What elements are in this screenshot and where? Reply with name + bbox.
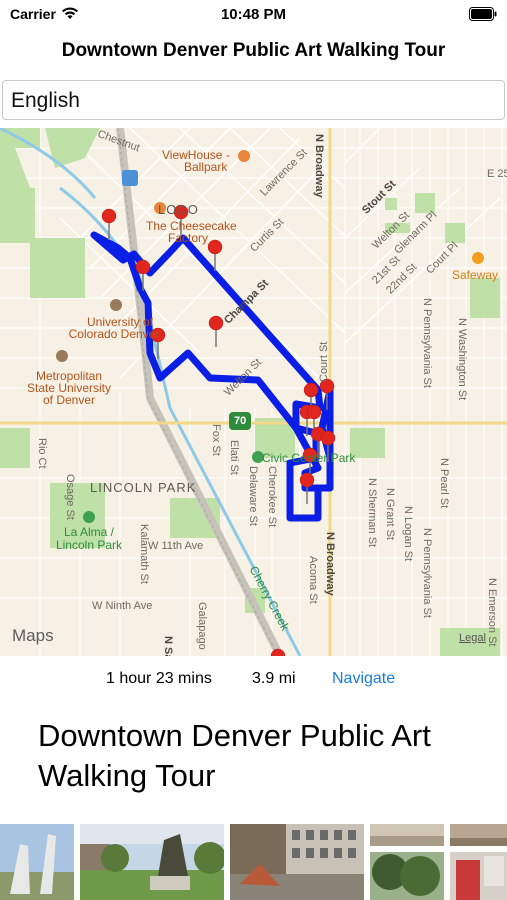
interstate-label: 70 xyxy=(234,415,247,427)
map-label: Safeway xyxy=(452,268,499,282)
photo-thumbnail[interactable] xyxy=(450,824,507,846)
status-time: 10:48 PM xyxy=(220,6,287,23)
map-label: LINCOLN PARK xyxy=(90,480,197,495)
map-label: N Broadway xyxy=(313,134,325,198)
maps-logo-text: Maps xyxy=(12,626,54,645)
restaurant-icon xyxy=(238,150,250,162)
route-polyline xyxy=(90,231,334,522)
map-label: Rio Ct xyxy=(36,438,48,469)
map-view[interactable]: Chestnut ViewHouse - Ballpark LODO The C… xyxy=(0,128,507,656)
map-label: N Grant St xyxy=(384,488,396,540)
photo-thumbnail-image xyxy=(230,824,364,900)
language-selector[interactable]: English xyxy=(2,80,505,120)
map-label: W 11th Ave xyxy=(148,540,204,552)
legal-link[interactable]: Legal xyxy=(459,632,486,644)
route-distance: 3.9 mi xyxy=(252,670,296,687)
map-label: N Washington St xyxy=(456,318,468,401)
status-bar: Carrier 10:48 PM xyxy=(0,0,507,30)
map-label: Lincoln Park xyxy=(55,538,123,552)
nav-title: Downtown Denver Public Art Walking Tour xyxy=(61,40,446,61)
map-label: Civic Center Park xyxy=(262,451,356,465)
map-label: LODO xyxy=(158,202,199,217)
navigate-button[interactable]: Navigate xyxy=(332,670,395,688)
map-label: Fox St xyxy=(210,424,222,456)
map-label: Elati St xyxy=(228,440,240,475)
map-label: N Logan St xyxy=(402,506,414,562)
route-duration: 1 hour 23 mins xyxy=(106,670,212,687)
maps-logo: Maps xyxy=(12,626,54,646)
photo-thumbnail-image xyxy=(450,824,507,846)
map-label: N Sherman St xyxy=(366,478,378,548)
transit-icon xyxy=(122,170,138,186)
map-label: N Pearl St xyxy=(438,458,450,509)
photo-thumbnail-image xyxy=(370,852,444,900)
university-icon xyxy=(110,299,122,311)
photo-strip[interactable] xyxy=(0,824,507,900)
map-label: W Ninth Ave xyxy=(92,600,153,612)
map-label: Delaware St xyxy=(247,466,259,526)
map-label: Kalamath St xyxy=(138,524,150,584)
photo-thumbnail-image xyxy=(450,852,507,900)
map-label: Court St xyxy=(318,341,330,382)
map-label: Osage St xyxy=(64,474,76,520)
photo-thumbnail[interactable] xyxy=(450,852,507,900)
map-label: N Pennsylvania St xyxy=(421,298,433,388)
map-label: N Broadway xyxy=(324,532,336,596)
route-stats: 1 hour 23 mins 3.9 mi Navigate xyxy=(0,668,507,692)
photo-thumbnail[interactable] xyxy=(230,824,364,900)
la-alma-park-icon xyxy=(83,511,95,523)
language-value: English xyxy=(11,89,80,112)
battery-icon xyxy=(469,7,497,21)
map-label: Factory xyxy=(168,231,209,245)
map-label: Colorado Denver xyxy=(68,327,160,341)
map-label: N Pennsylvania St xyxy=(421,528,433,618)
map-label: E 25 xyxy=(487,168,507,180)
map-label: Ballpark xyxy=(184,160,228,174)
photo-thumbnail-image xyxy=(370,824,444,846)
photo-thumbnail-image xyxy=(80,824,224,900)
map-label: Acoma St xyxy=(307,556,319,604)
photo-thumbnail-image xyxy=(0,824,74,900)
photo-thumbnail[interactable] xyxy=(370,824,444,846)
metro-university-icon xyxy=(56,350,68,362)
map-label: Cherokee St xyxy=(266,466,278,528)
photo-thumbnail[interactable] xyxy=(80,824,224,900)
safeway-icon xyxy=(472,252,484,264)
photo-thumbnail[interactable] xyxy=(370,852,444,900)
map-label: Galapago xyxy=(196,602,208,650)
map-label: N Emerson St xyxy=(486,578,498,647)
map-label: of Denver xyxy=(42,393,96,407)
tour-title: Downtown Denver Public Art Walking Tour xyxy=(38,718,431,793)
map-label: N Sa xyxy=(162,636,174,656)
photo-thumbnail[interactable] xyxy=(0,824,74,900)
